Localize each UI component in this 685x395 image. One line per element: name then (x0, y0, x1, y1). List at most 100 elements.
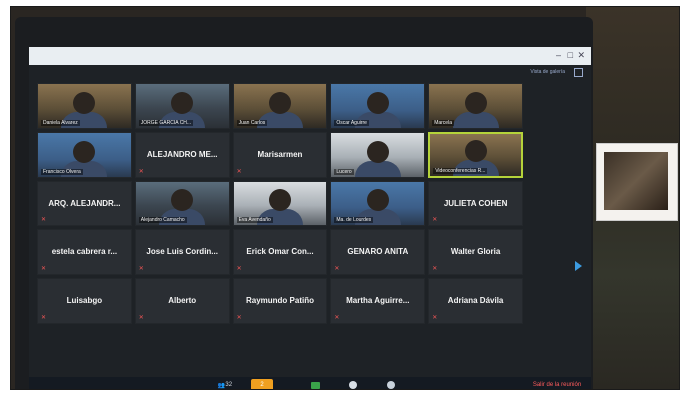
participants-icon: 👥 (217, 382, 226, 389)
participant-name: Raymundo Patiño (245, 296, 314, 306)
participant-tile[interactable]: ALEJANDRO ME... ✕ (134, 131, 230, 178)
participant-tile[interactable]: Eva Avendaño (232, 180, 328, 227)
participant-tile[interactable]: estela cabrera r... ✕ (37, 229, 132, 276)
record-icon (349, 381, 357, 389)
participant-video-head (73, 140, 96, 163)
participant-video-head (464, 139, 487, 162)
reactions-button[interactable] (383, 379, 399, 389)
participant-name: estela cabrera r... (51, 247, 118, 257)
minimize-icon[interactable]: – (556, 51, 561, 60)
share-screen-button[interactable] (307, 379, 323, 389)
muted-mic-icon: ✕ (138, 168, 144, 175)
muted-mic-icon: ✕ (138, 266, 144, 273)
participant-name: Adriana Dávila (447, 296, 504, 306)
participant-tile[interactable]: ARQ. ALEJANDR... ✕ (37, 180, 132, 227)
participant-name: ARQ. ALEJANDR... (48, 198, 121, 208)
participant-video-head (171, 91, 194, 114)
participant-name: Jose Luis Cordin... (146, 247, 218, 257)
muted-mic-icon: ✕ (41, 266, 47, 273)
fullscreen-icon[interactable] (574, 68, 583, 77)
participant-tile[interactable]: Oscar Aguirre (330, 83, 426, 129)
participant-name: Daniela Alvarez (41, 119, 80, 126)
next-page-arrow-icon[interactable] (575, 261, 582, 271)
participant-tile[interactable]: Daniela Alvarez (37, 83, 132, 129)
participant-video-head (171, 189, 194, 212)
muted-mic-icon: ✕ (138, 315, 144, 322)
participant-tile[interactable]: Raymundo Patiño ✕ (232, 278, 328, 325)
maximize-icon[interactable]: □ (568, 51, 573, 60)
participant-video-head (464, 91, 487, 114)
participant-name: Juan Carlos (236, 119, 268, 126)
muted-mic-icon: ✕ (334, 266, 340, 273)
participant-tile[interactable]: Adriana Dávila ✕ (428, 278, 523, 325)
participant-tile[interactable]: Francisco Olvera (37, 131, 132, 178)
participant-tile[interactable]: Martha Aguirre... ✕ (330, 278, 426, 325)
participant-video-head (73, 91, 96, 114)
participants-button[interactable]: 👥 32 (213, 379, 237, 389)
participant-name: Eva Avendaño (236, 217, 273, 224)
participant-tile[interactable]: Lucero (330, 131, 426, 178)
chat-count: 2 (260, 382, 264, 388)
participant-tile[interactable]: Ma. de Lourdes (330, 180, 426, 227)
participant-name: Marcela (432, 119, 454, 126)
gallery-view-toggle[interactable]: Vista de galería (530, 69, 565, 75)
participant-name: Videoconferencias R... (433, 167, 488, 174)
participant-name: Marisarmen (257, 149, 303, 159)
muted-mic-icon: ✕ (41, 217, 47, 224)
participant-name: Francisco Olvera (41, 168, 83, 175)
participant-video-shoulders (354, 160, 401, 177)
share-screen-icon (310, 381, 320, 389)
muted-mic-icon: ✕ (334, 315, 340, 322)
muted-mic-icon: ✕ (432, 217, 438, 224)
participant-tile[interactable]: Erick Omar Con... ✕ (232, 229, 328, 276)
participant-video-head (366, 189, 389, 212)
participant-name: Lucero (334, 168, 354, 175)
muted-mic-icon: ✕ (432, 266, 438, 273)
participant-tile[interactable]: Walter Gloria ✕ (428, 229, 523, 276)
participant-tile[interactable]: Alejandro Camacho (134, 180, 230, 227)
muted-mic-icon: ✕ (236, 168, 242, 175)
participant-name: Martha Aguirre... (346, 296, 410, 306)
participant-name: JULIETA COHEN (443, 198, 508, 208)
muted-mic-icon: ✕ (432, 315, 438, 322)
participant-tile[interactable]: Marcela (428, 83, 523, 129)
meeting-toolbar: 👥 32 2 Salir de la reunión (29, 377, 591, 389)
participant-tile[interactable]: Juan Carlos (232, 83, 328, 129)
window-titlebar: – □ ✕ (29, 47, 591, 65)
close-icon[interactable]: ✕ (577, 51, 585, 60)
record-button[interactable] (345, 379, 361, 389)
participant-video-head (366, 91, 389, 114)
participant-name: JORGE GARCIA CH... (138, 119, 194, 126)
muted-mic-icon: ✕ (41, 315, 47, 322)
leave-meeting-button[interactable]: Salir de la reunión (529, 379, 585, 389)
participant-tile[interactable]: Marisarmen ✕ (232, 131, 328, 178)
participant-name: Alejandro Camacho (138, 217, 187, 224)
participant-video-head (268, 189, 291, 212)
participant-video-head (268, 91, 291, 114)
participant-tile[interactable]: Alberto ✕ (134, 278, 230, 325)
participant-name: Erick Omar Con... (246, 247, 314, 257)
participant-name: Luisabgo (66, 296, 103, 306)
meeting-area: Vista de galería Daniela Alvarez JORGE GA… (29, 65, 591, 377)
participant-name: Alberto (168, 296, 197, 306)
participant-tile[interactable]: Luisabgo ✕ (37, 278, 132, 325)
participant-name: Ma. de Lourdes (334, 217, 374, 224)
reactions-icon (387, 381, 395, 389)
participant-tile[interactable]: JORGE GARCIA CH... (134, 83, 230, 129)
participant-tile[interactable]: Jose Luis Cordin... ✕ (134, 229, 230, 276)
photo-frame: – □ ✕ Vista de galería Daniela Alvarez JO… (10, 6, 680, 390)
participant-name: ALEJANDRO ME... (146, 149, 218, 159)
participant-name: GENARO ANITA (347, 247, 409, 257)
muted-mic-icon: ✕ (236, 266, 242, 273)
participants-count: 32 (225, 382, 233, 388)
participant-tile[interactable]: Videoconferencias R... (428, 131, 523, 178)
participant-gallery: Daniela Alvarez JORGE GARCIA CH... Juan Ca… (37, 83, 523, 373)
laptop-screen-bezel: – □ ✕ Vista de galería Daniela Alvarez JO… (15, 17, 593, 389)
participant-tile[interactable]: GENARO ANITA ✕ (330, 229, 426, 276)
video-meeting-window: – □ ✕ Vista de galería Daniela Alvarez JO… (29, 47, 591, 389)
participant-tile[interactable]: JULIETA COHEN ✕ (428, 180, 523, 227)
participant-name: Walter Gloria (450, 247, 501, 257)
participant-name: Oscar Aguirre (334, 119, 369, 126)
participant-video-shoulders (452, 111, 499, 128)
chat-button[interactable]: 2 (251, 379, 273, 389)
